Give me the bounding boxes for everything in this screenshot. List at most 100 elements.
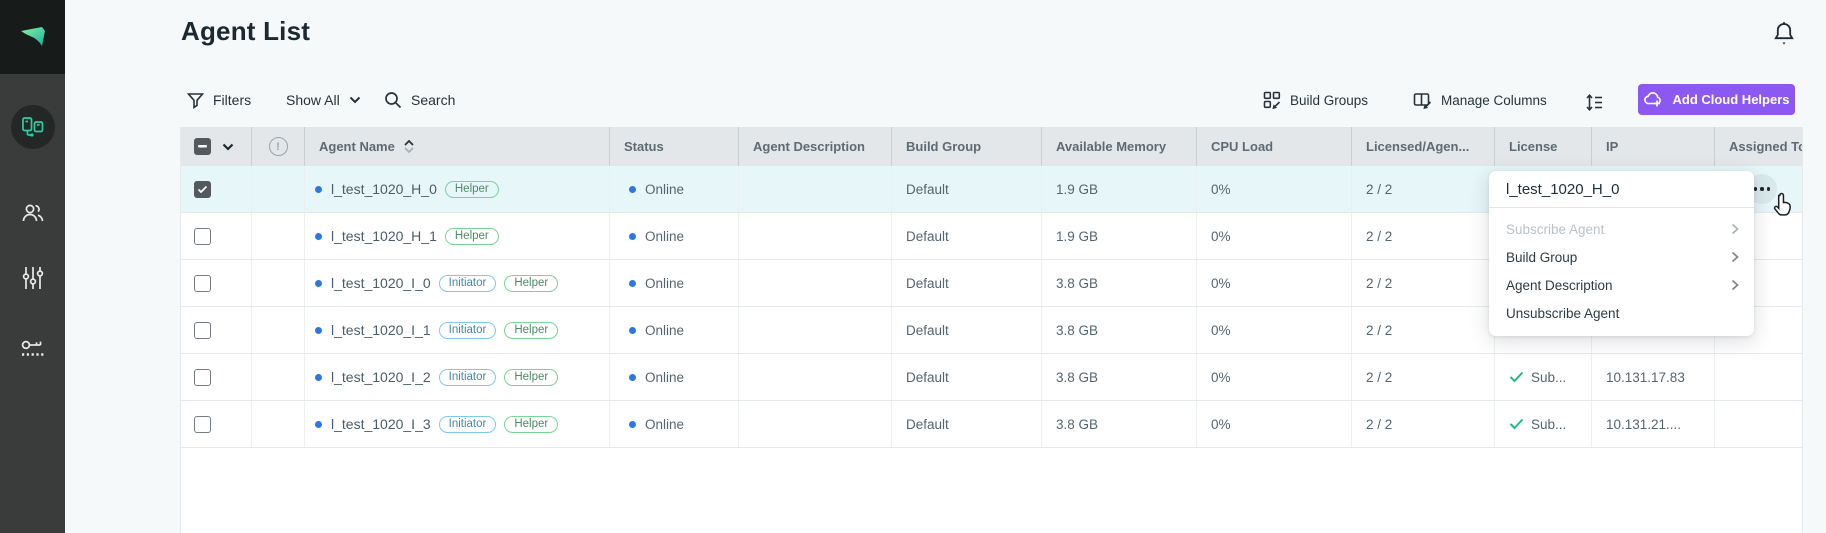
sort-order-button[interactable]	[1585, 88, 1604, 116]
row-checkbox[interactable]	[194, 181, 211, 198]
select-all-checkbox[interactable]	[194, 138, 211, 155]
sort-order-icon	[1585, 93, 1604, 112]
chevron-down-icon	[222, 143, 234, 151]
licensed-cell: 2 / 2	[1351, 354, 1494, 400]
active-indicator	[11, 105, 55, 149]
agent-name-cell: l_test_1020_H_0 Helper	[304, 166, 609, 212]
build-group-cell: Default	[891, 307, 1041, 353]
status-text: Online	[645, 370, 684, 385]
menu-item-build-group[interactable]: Build Group	[1489, 243, 1754, 271]
agent-dot-icon	[315, 233, 322, 240]
subscribed-check-icon	[1509, 371, 1524, 383]
online-dot-icon	[629, 374, 636, 381]
info-cell	[251, 307, 304, 353]
column-header-status[interactable]: Status	[609, 127, 738, 166]
build-group-cell: Default	[891, 354, 1041, 400]
notifications-button[interactable]	[1768, 20, 1800, 50]
agent-name-cell: l_test_1020_I_2 Initiator Helper	[304, 354, 609, 400]
selection-menu-chevron[interactable]	[222, 139, 234, 154]
column-header-available-memory[interactable]: Available Memory	[1041, 127, 1196, 166]
agent-dot-icon	[315, 280, 322, 287]
column-header-license[interactable]: License	[1494, 127, 1591, 166]
description-cell	[738, 166, 891, 212]
info-cell	[251, 401, 304, 447]
sidebar-item-settings[interactable]	[0, 250, 65, 306]
menu-item-agent-description[interactable]: Agent Description	[1489, 271, 1754, 299]
cloud-plus-icon	[1643, 91, 1664, 108]
manage-columns-icon	[1413, 92, 1432, 109]
agent-name: l_test_1020_I_2	[331, 369, 431, 385]
agent-name: l_test_1020_I_0	[331, 275, 431, 291]
column-header-build-group[interactable]: Build Group	[891, 127, 1041, 166]
menu-item-subscribe-agent[interactable]: Subscribe Agent	[1489, 215, 1754, 243]
license-cell: Sub...	[1494, 401, 1591, 447]
page-title: Agent List	[181, 16, 310, 47]
add-cloud-helpers-button[interactable]: Add Cloud Helpers	[1638, 84, 1795, 115]
description-cell	[738, 401, 891, 447]
info-cell	[251, 213, 304, 259]
row-checkbox[interactable]	[194, 275, 211, 292]
cpu-cell: 0%	[1196, 260, 1351, 306]
license-cell: Sub...	[1494, 354, 1591, 400]
row-checkbox[interactable]	[194, 228, 211, 245]
column-header-select	[181, 127, 251, 166]
app-logo[interactable]	[0, 0, 65, 74]
licensed-cell: 2 / 2	[1351, 401, 1494, 447]
status-cell: Online	[609, 213, 738, 259]
search-button[interactable]: Search	[384, 86, 455, 114]
column-header-assigned-to[interactable]: Assigned To	[1714, 127, 1802, 166]
info-cell	[251, 354, 304, 400]
sidebar-item-license[interactable]	[0, 322, 65, 378]
show-all-dropdown[interactable]: Show All	[286, 86, 361, 114]
row-checkbox[interactable]	[194, 322, 211, 339]
assigned-to-cell	[1714, 401, 1802, 447]
show-all-label: Show All	[286, 92, 340, 108]
build-groups-button[interactable]: Build Groups	[1263, 86, 1368, 114]
status-cell: Online	[609, 307, 738, 353]
build-group-cell: Default	[891, 166, 1041, 212]
agent-name: l_test_1020_I_1	[331, 322, 431, 338]
select-cell	[181, 401, 251, 447]
sidebar-item-agents[interactable]	[0, 99, 65, 155]
select-cell	[181, 213, 251, 259]
check-icon	[197, 185, 208, 194]
initiator-badge: Initiator	[439, 416, 497, 433]
initiator-badge: Initiator	[439, 322, 497, 339]
select-cell	[181, 354, 251, 400]
initiator-badge: Initiator	[439, 369, 497, 386]
manage-columns-button[interactable]: Manage Columns	[1413, 86, 1547, 114]
cursor-pointer-icon	[1770, 192, 1796, 220]
ip-cell: 10.131.21....	[1591, 401, 1714, 447]
column-header-agent-description[interactable]: Agent Description	[738, 127, 891, 166]
menu-item-label: Unsubscribe Agent	[1506, 306, 1619, 321]
column-header-info[interactable]: !	[251, 127, 304, 166]
sidebar-item-users[interactable]	[0, 185, 65, 241]
context-menu-items: Subscribe Agent Build Group Agent Descri…	[1489, 208, 1754, 336]
bell-icon	[1771, 20, 1797, 48]
table-row: l_test_1020_I_2 Initiator Helper Online …	[181, 354, 1802, 401]
column-label: License	[1509, 139, 1557, 154]
agent-dot-icon	[315, 186, 322, 193]
agent-name: l_test_1020_H_1	[331, 228, 437, 244]
column-header-cpu-load[interactable]: CPU Load	[1196, 127, 1351, 166]
agent-dot-icon	[315, 421, 322, 428]
filter-icon	[187, 92, 204, 109]
row-checkbox[interactable]	[194, 416, 211, 433]
column-label: CPU Load	[1211, 139, 1273, 154]
column-header-agent-name[interactable]: Agent Name	[304, 127, 609, 166]
column-header-ip[interactable]: IP	[1591, 127, 1714, 166]
context-menu-title: l_test_1020_H_0	[1489, 171, 1754, 208]
row-checkbox[interactable]	[194, 369, 211, 386]
licensed-cell: 2 / 2	[1351, 213, 1494, 259]
column-label: Build Group	[906, 139, 981, 154]
licensed-cell: 2 / 2	[1351, 166, 1494, 212]
description-cell	[738, 260, 891, 306]
column-header-licensed[interactable]: Licensed/Agen...	[1351, 127, 1494, 166]
build-group-cell: Default	[891, 213, 1041, 259]
filters-button[interactable]: Filters	[187, 86, 251, 114]
menu-item-unsubscribe-agent[interactable]: Unsubscribe Agent	[1489, 299, 1754, 327]
memory-cell: 3.8 GB	[1041, 260, 1196, 306]
agent-name-cell: l_test_1020_I_1 Initiator Helper	[304, 307, 609, 353]
cpu-cell: 0%	[1196, 307, 1351, 353]
licensed-cell: 2 / 2	[1351, 307, 1494, 353]
